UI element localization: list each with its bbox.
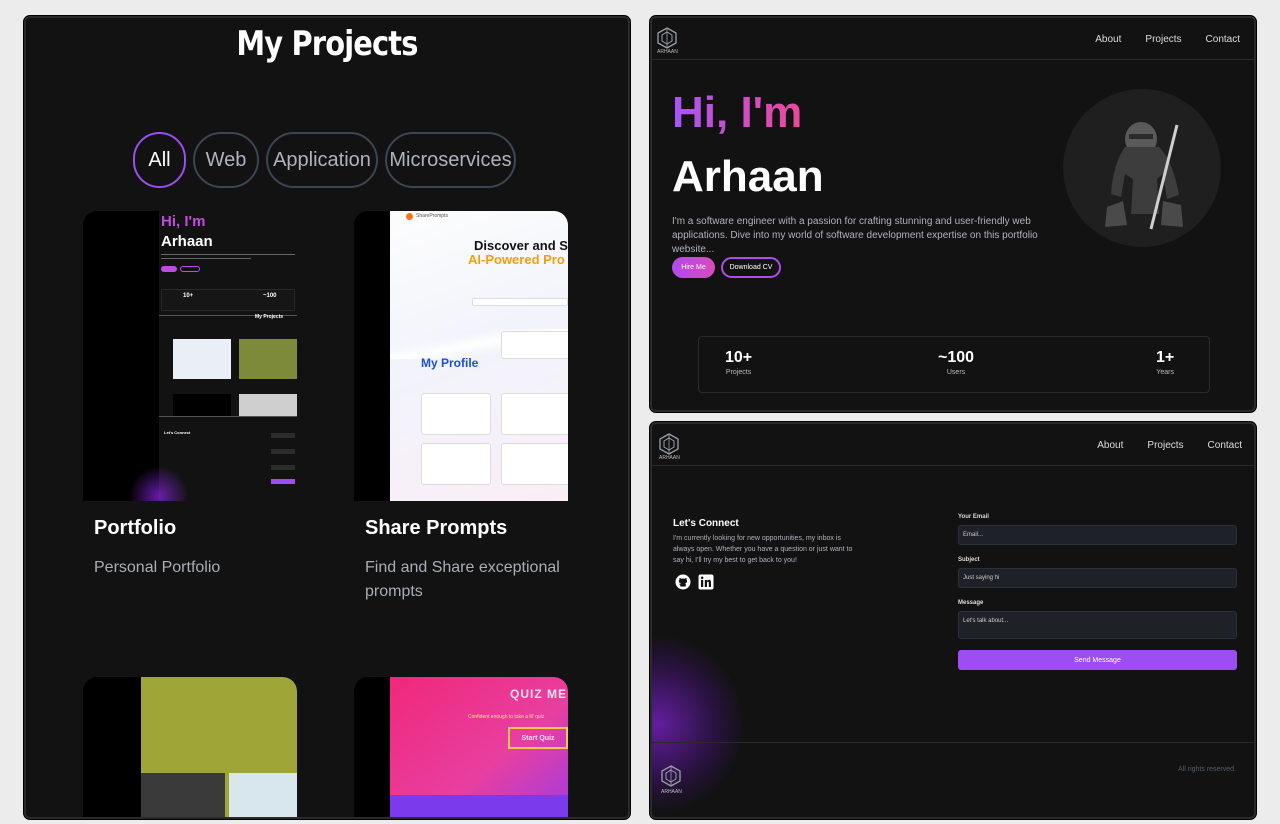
send-message-button[interactable]: Send Message [958,650,1237,670]
footer-logo-icon[interactable] [660,764,682,792]
footer-logo-text: ARHAAN [661,789,682,795]
thumb-connect: Let's Connect [164,430,191,435]
stat-projects: 10+ Projects [725,349,753,376]
footer-rights: All rights reserved. [1178,766,1236,773]
hero-name: Arhaan [672,152,824,201]
social-links [675,574,714,590]
thumb-subtitle: My Projects [255,314,284,320]
thumb-name-text: Arhaan [161,233,213,250]
nav-projects[interactable]: Projects [1145,34,1181,45]
project-thumbnail: SharePrompts Discover and S AI-Powered P… [354,211,568,501]
project-card-portfolio[interactable]: Hi, I'm Arhaan 10+ ~100 My Projects Let'… [83,211,297,580]
thumb-brand: SharePrompts [416,213,448,219]
nav-projects[interactable]: Projects [1147,440,1183,451]
project-card-game[interactable] [83,677,297,817]
project-filters: All Web Application Microservices [133,132,516,188]
project-card-description: Find and Share exceptional prompts [365,559,560,600]
filter-all[interactable]: All [133,132,186,188]
project-card-title: Share Prompts [365,517,508,539]
contact-description: I'm currently looking for new opportunit… [673,535,853,564]
hero-description: I'm a software engineer with a passion f… [672,216,1038,255]
projects-screenshot: My Projects All Web Application Microser… [24,16,630,819]
project-thumbnail [83,677,297,817]
navbar: ARHAAN About Projects Contact [652,424,1254,466]
email-label: Your Email [958,514,989,520]
contact-title: Let's Connect [673,518,739,529]
thumb-quiz-button: Start Quiz [508,727,568,749]
project-card-share-prompts[interactable]: SharePrompts Discover and S AI-Powered P… [354,211,568,604]
project-thumbnail: QUIZ ME Confident enough to take a lil' … [354,677,568,817]
email-field[interactable]: Email... [958,525,1237,545]
thumb-headline-2: AI-Powered Pro [468,252,565,267]
github-icon[interactable] [675,574,691,590]
hero-screenshot: ARHAAN About Projects Contact Hi, I'm Ar… [650,16,1256,412]
stats-panel: 10+ Projects ~100 Users 1+ Years [698,336,1210,393]
stat-users: ~100 Users [938,349,975,376]
ninja-figure-icon [1105,122,1183,230]
nav-about[interactable]: About [1097,440,1123,451]
linkedin-icon[interactable] [698,574,714,590]
stat-years: 1+ Years [1156,349,1175,376]
download-cv-button[interactable]: Download CV [721,257,781,278]
project-card-title: Portfolio [94,517,177,539]
shareprompts-logo-icon [406,213,413,220]
nav-contact[interactable]: Contact [1206,34,1240,45]
thumb-stat-1: 10+ [183,293,194,299]
project-card-quiz[interactable]: QUIZ ME Confident enough to take a lil' … [354,677,568,817]
navbar: ARHAAN About Projects Contact [652,18,1254,60]
thumb-hi-text: Hi, I'm [161,213,206,230]
filter-application[interactable]: Application [266,132,378,188]
thumb-headline-1: Discover and S [474,238,568,253]
filter-web[interactable]: Web [193,132,259,188]
message-field[interactable]: Let's talk about... [958,611,1237,639]
footer-divider [652,742,1254,743]
message-label: Message [958,600,984,606]
avatar [1063,89,1221,247]
hire-me-button[interactable]: Hire Me [672,257,715,278]
subject-field[interactable]: Just saying hi [958,568,1237,588]
project-thumbnail: Hi, I'm Arhaan 10+ ~100 My Projects Let'… [83,211,297,501]
project-card-description: Personal Portfolio [94,559,221,576]
logo-text: ARHAAN [657,49,678,55]
filter-microservices[interactable]: Microservices [385,132,516,188]
projects-title: My Projects [236,24,418,64]
thumb-quiz-title: QUIZ ME [510,687,567,701]
nav-contact[interactable]: Contact [1208,440,1242,451]
hero-greeting: Hi, I'm [672,88,803,137]
contact-screenshot: ARHAAN About Projects Contact Let's Conn… [650,422,1256,819]
nav-about[interactable]: About [1095,34,1121,45]
thumb-profile: My Profile [421,356,479,370]
logo-text: ARHAAN [659,455,680,461]
thumb-quiz-tagline: Confident enough to take a lil' quiz [468,714,545,720]
subject-label: Subject [958,557,980,563]
thumb-stat-2: ~100 [263,293,277,299]
